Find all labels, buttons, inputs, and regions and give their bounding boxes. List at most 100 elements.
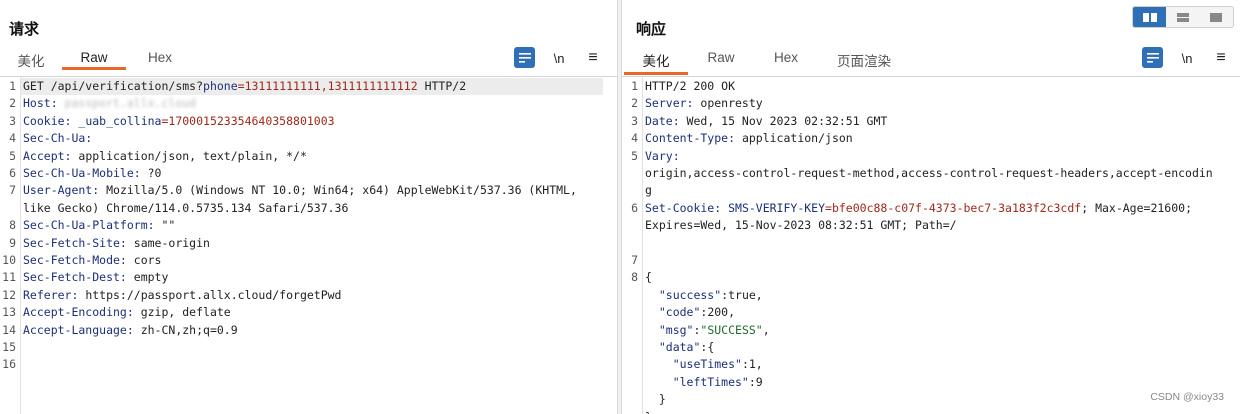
line-number: 7 bbox=[9, 183, 16, 198]
code-line: { bbox=[645, 269, 652, 286]
tab-pretty[interactable]: 美化 bbox=[624, 50, 688, 75]
token-text: https://passport.allx.cloud/forgetPwd bbox=[85, 287, 342, 302]
token-key: Sec-Fetch-Site: bbox=[23, 235, 134, 250]
token-text: } bbox=[645, 410, 652, 414]
single-pane-icon[interactable] bbox=[1199, 7, 1232, 27]
code-line: Sec-Ch-Ua-Mobile: ?0 bbox=[23, 165, 161, 182]
token-text: Expires=Wed, 15-Nov-2023 08:32:51 GMT; P… bbox=[645, 218, 957, 233]
token-key: Sec-Ch-Ua-Platform: bbox=[23, 218, 162, 233]
token-key: _uab_collina bbox=[78, 113, 162, 128]
active-tab-indicator bbox=[62, 67, 126, 70]
newline-toggle-button[interactable]: \n bbox=[1176, 47, 1198, 69]
code-line: Sec-Ch-Ua-Platform: "" bbox=[23, 217, 175, 234]
word-wrap-button[interactable] bbox=[514, 47, 535, 68]
code-line: Accept-Encoding: gzip, deflate bbox=[23, 304, 231, 321]
line-number: 1 bbox=[9, 79, 16, 93]
newline-toggle-button[interactable]: \n bbox=[548, 47, 570, 69]
token-key: Host: bbox=[23, 96, 65, 111]
token-text: :200, bbox=[700, 305, 736, 320]
code-line: GET /api/verification/sms?phone=13111111… bbox=[23, 78, 466, 95]
token-key: User-Agent: bbox=[23, 183, 107, 198]
tab-raw[interactable]: Raw bbox=[706, 50, 736, 69]
tab-render[interactable]: 页面渲染 bbox=[835, 50, 893, 74]
line-number: 10 bbox=[2, 253, 16, 267]
code-line: "code":200, bbox=[645, 304, 735, 321]
tab-hex[interactable]: Hex bbox=[144, 50, 176, 69]
code-line: origin,access-control-request-method,acc… bbox=[645, 165, 1213, 182]
line-number: 15 bbox=[2, 340, 16, 354]
token-key: Accept: bbox=[23, 148, 79, 163]
token-text: GET /api/verification/sms? bbox=[23, 79, 204, 93]
menu-icon[interactable]: ≡ bbox=[582, 47, 604, 69]
token-key: Set-Cookie: bbox=[645, 200, 729, 215]
line-number: 2 bbox=[631, 96, 638, 111]
line-number: 3 bbox=[9, 113, 16, 128]
token-text: "" bbox=[161, 218, 176, 233]
token-text: HTTP/2 200 OK bbox=[645, 79, 736, 93]
token-text: ; Max-Age=21600; bbox=[1081, 200, 1192, 215]
token-value: =13111111111,1311111111112 bbox=[237, 79, 418, 93]
token-key: Cookie: bbox=[23, 113, 79, 128]
tab-hex[interactable]: Hex bbox=[771, 50, 801, 69]
tab-pretty-label: 美化 bbox=[642, 54, 670, 69]
line-number: 3 bbox=[631, 113, 638, 128]
menu-icon[interactable]: ≡ bbox=[1210, 47, 1232, 69]
token-key: Sec-Fetch-Mode: bbox=[23, 253, 134, 267]
token-key: Server: bbox=[645, 96, 701, 111]
token-key: Referer: bbox=[23, 287, 86, 302]
token-key: "leftTimes" bbox=[645, 374, 749, 389]
token-text: openresty bbox=[700, 96, 763, 111]
line-number: 2 bbox=[9, 96, 16, 111]
code-line: Sec-Fetch-Mode: cors bbox=[23, 252, 161, 269]
token-key: "msg" bbox=[645, 322, 694, 337]
request-editor[interactable]: 1 2 3 4 5 6 7 8 9 10 11 12 13 14 15 16 GET /api/verifica… bbox=[0, 76, 617, 414]
code-line: Sec-Ch-Ua: bbox=[23, 130, 99, 147]
word-wrap-button[interactable] bbox=[1142, 47, 1163, 68]
line-number: 7 bbox=[631, 253, 638, 267]
line-number: 5 bbox=[9, 148, 16, 163]
token-text: gzip, deflate bbox=[140, 305, 231, 320]
code-line: HTTP/2 200 OK bbox=[645, 78, 735, 95]
watermark: CSDN @xioy33 bbox=[1150, 391, 1224, 403]
token-value: =170001523354640358801003 bbox=[161, 113, 335, 128]
line-number: 11 bbox=[2, 270, 16, 285]
line-number: 4 bbox=[631, 131, 638, 146]
line-number: 14 bbox=[2, 322, 16, 337]
code-line: } bbox=[645, 409, 652, 414]
response-title: 响应 bbox=[636, 21, 667, 38]
code-line: Date: Wed, 15 Nov 2023 02:32:51 GMT bbox=[645, 113, 887, 130]
code-line: "success":true, bbox=[645, 287, 763, 304]
code-line: Referer: https://passport.allx.cloud/for… bbox=[23, 287, 342, 304]
line-number: 12 bbox=[2, 287, 16, 302]
code-line: Accept: application/json, text/plain, */… bbox=[23, 148, 307, 165]
token-text: application/json bbox=[741, 131, 853, 146]
token-text: , bbox=[762, 322, 770, 337]
token-text: "SUCCESS" bbox=[700, 322, 763, 337]
response-editor[interactable]: 1 2 3 4 5 6 7 8 HTTP/2 200 OK Server: openresty Da… bbox=[622, 76, 1240, 414]
token-text: :1, bbox=[741, 357, 763, 372]
line-number: 5 bbox=[631, 148, 638, 163]
token-key: "code" bbox=[645, 305, 701, 320]
code-line: User-Agent: Mozilla/5.0 (Windows NT 10.0… bbox=[23, 182, 577, 199]
token-text: cors bbox=[133, 253, 162, 267]
token-text: like Gecko) Chrome/114.0.5735.134 Safari… bbox=[23, 200, 349, 215]
line-number: 16 bbox=[2, 357, 16, 372]
tab-raw[interactable]: Raw bbox=[62, 50, 126, 70]
token-text: zh-CN,zh;q=0.9 bbox=[140, 322, 238, 337]
code-line: Host: passport.allx.cloud bbox=[23, 95, 196, 112]
code-line: } bbox=[645, 391, 666, 408]
split-horizontal-icon[interactable] bbox=[1133, 7, 1166, 27]
line-number: 13 bbox=[2, 305, 16, 320]
active-tab-indicator bbox=[624, 72, 688, 75]
split-vertical-icon[interactable] bbox=[1166, 7, 1199, 27]
token-key: "useTimes" bbox=[645, 357, 742, 372]
token-text: ?0 bbox=[147, 166, 162, 180]
tab-raw-label: Raw bbox=[80, 50, 108, 65]
response-pane: 响应 美化 Raw Hex 页面渲染 \n ≡ 1 2 3 4 5 6 7 8 HTTP/2 2… bbox=[622, 0, 1240, 414]
line-number: 6 bbox=[9, 166, 16, 180]
token-text: Wed, 15 Nov 2023 02:32:51 GMT bbox=[686, 113, 888, 128]
code-line: "leftTimes":9 bbox=[645, 374, 763, 391]
line-number: 6 bbox=[631, 200, 638, 215]
line-number: 8 bbox=[631, 270, 638, 285]
tab-pretty[interactable]: 美化 bbox=[16, 50, 46, 74]
